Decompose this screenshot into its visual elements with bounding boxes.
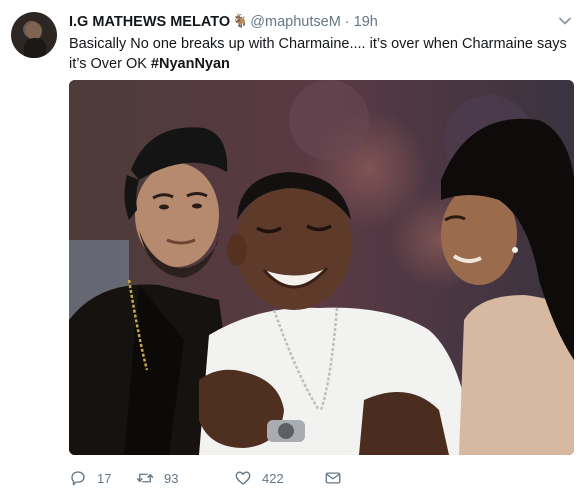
- chevron-down-icon[interactable]: [558, 14, 572, 28]
- avatar[interactable]: [11, 12, 57, 58]
- envelope-icon: [325, 472, 341, 484]
- reply-icon: [71, 471, 85, 486]
- tweet-header: I.G MATHEWS MELATO 🐐 @maphutseM · 19h: [69, 13, 550, 31]
- tweet[interactable]: I.G MATHEWS MELATO 🐐 @maphutseM · 19h Ba…: [0, 0, 586, 491]
- tweet-photo[interactable]: [69, 80, 574, 455]
- like-button[interactable]: 422: [234, 469, 324, 487]
- tweet-actions: 17 93 422: [69, 468, 352, 488]
- goat-emoji-icon: 🐐: [232, 13, 249, 28]
- photo-illustration: [69, 80, 574, 455]
- display-name[interactable]: I.G MATHEWS MELATO: [69, 13, 230, 31]
- tweet-text-body: Basically No one breaks up with Charmain…: [69, 36, 567, 72]
- avatar-face: [26, 22, 42, 40]
- separator-dot: ·: [344, 14, 350, 30]
- tweet-text: Basically No one breaks up with Charmain…: [69, 34, 574, 74]
- timestamp[interactable]: 19h: [354, 13, 378, 31]
- like-count: 422: [262, 470, 284, 486]
- retweet-button[interactable]: 93: [136, 469, 234, 487]
- heart-icon: [235, 471, 251, 485]
- hashtag-link[interactable]: #NyanNyan: [151, 56, 230, 72]
- user-handle[interactable]: @maphutseM: [250, 13, 340, 31]
- retweet-count: 93: [164, 470, 179, 486]
- direct-message-button[interactable]: [324, 469, 352, 487]
- reply-button[interactable]: 17: [69, 469, 136, 487]
- reply-count: 17: [97, 470, 112, 486]
- retweet-icon: [136, 473, 154, 483]
